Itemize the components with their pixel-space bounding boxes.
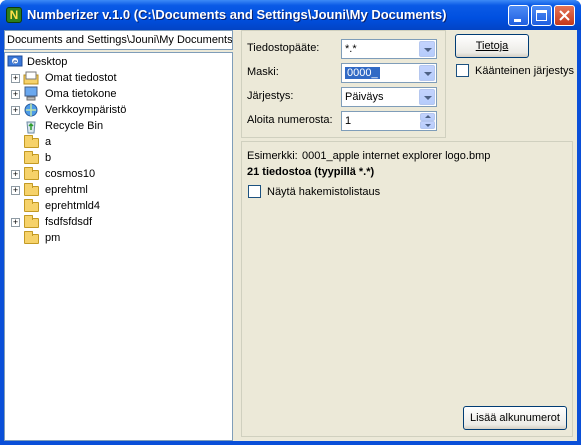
info-button-label: Tietoja — [475, 40, 509, 52]
chevron-down-icon[interactable] — [419, 89, 435, 105]
expand-icon[interactable]: + — [11, 90, 20, 99]
expand-icon[interactable]: + — [11, 218, 20, 227]
folder-icon — [23, 166, 39, 182]
tree-item-recycle-bin[interactable]: Recycle Bin — [23, 118, 223, 134]
maximize-icon — [536, 10, 547, 21]
minimize-icon — [514, 19, 521, 22]
order-value: Päiväys — [345, 91, 384, 103]
mask-label: Maski: — [247, 66, 279, 78]
folder-icon — [23, 214, 39, 230]
mask-value: 0000_ — [345, 67, 380, 79]
file-count: 21 tiedostoa (tyypillä *.*) — [247, 166, 375, 178]
chevron-down-icon[interactable] — [419, 41, 435, 57]
tree-item-folder[interactable]: pm — [23, 230, 223, 246]
tree-label: eprehtmld4 — [45, 200, 101, 212]
window-title: Numberizer v.1.0 (C:\Documents and Setti… — [27, 7, 447, 22]
filetype-combo[interactable]: *.* — [341, 39, 437, 59]
filetype-value: *.* — [345, 43, 357, 55]
tree-item-folder[interactable]: a — [23, 134, 223, 150]
tree-label: a — [45, 136, 52, 148]
tree-label: fsdfsfdsdf — [45, 216, 93, 228]
info-button[interactable]: Tietoja — [455, 34, 529, 58]
app-icon: N — [6, 7, 22, 23]
tree-item-folder[interactable]: + eprehtml — [11, 182, 211, 198]
expand-icon[interactable]: + — [11, 106, 20, 115]
expand-icon[interactable]: + — [11, 186, 20, 195]
start-value: 1 — [345, 115, 352, 127]
info-group: Esimerkki: 0001_apple internet explorer … — [241, 141, 573, 437]
tree-item-my-computer[interactable]: + Oma tietokone — [11, 86, 211, 102]
my-computer-icon — [24, 86, 38, 101]
tree-label: Omat tiedostot — [45, 72, 117, 84]
network-places-icon — [24, 103, 38, 117]
example-value: 0001_apple internet explorer logo.bmp — [302, 150, 491, 162]
tree-label: Recycle Bin — [45, 120, 104, 132]
order-combo[interactable]: Päiväys — [341, 87, 437, 107]
tree-item-folder[interactable]: eprehtmld4 — [23, 198, 223, 214]
folder-icon — [23, 198, 39, 214]
tree-label: Desktop — [27, 56, 68, 68]
maximize-button[interactable] — [531, 5, 552, 26]
folder-icon — [23, 230, 39, 246]
reverse-order-checkbox[interactable] — [456, 64, 469, 77]
expand-icon[interactable]: + — [11, 170, 20, 179]
tree-item-folder[interactable]: + fsdfsfdsdf — [11, 214, 211, 230]
app-window: N Numberizer v.1.0 (C:\Documents and Set… — [0, 0, 581, 445]
my-documents-icon — [23, 71, 39, 85]
desktop-icon: e — [7, 55, 23, 67]
add-prefix-button[interactable]: Lisää alkunumerot — [463, 406, 567, 430]
order-label: Järjestys: — [247, 90, 294, 102]
tree-item-my-documents[interactable]: + Omat tiedostot — [11, 70, 211, 86]
recycle-bin-icon — [26, 121, 36, 134]
folder-icon — [23, 150, 39, 166]
path-field[interactable]: Documents and Settings\Jouni\My Document… — [4, 30, 233, 50]
folder-icon — [23, 134, 39, 150]
example-prefix: Esimerkki: — [247, 150, 298, 162]
tree-label: cosmos10 — [45, 168, 96, 180]
svg-text:e: e — [13, 58, 17, 66]
left-pane: Documents and Settings\Jouni\My Document… — [4, 30, 235, 441]
settings-group: Tiedostopääte: *.* Maski: 0000_ Järjesty… — [241, 30, 446, 138]
path-text: Documents and Settings\Jouni\My Document… — [7, 34, 233, 46]
tree-label: Verkkoympäristö — [45, 104, 127, 116]
tree-label: b — [45, 152, 52, 164]
tree-item-folder[interactable]: + cosmos10 — [11, 166, 211, 182]
tree-item-desktop[interactable]: e Desktop — [7, 54, 207, 70]
start-label: Aloita numerosta: — [247, 114, 333, 126]
close-button[interactable] — [554, 5, 575, 26]
start-number-stepper[interactable]: 1 — [341, 111, 437, 131]
filetype-label: Tiedostopääte: — [247, 42, 320, 54]
show-directory-label: Näytä hakemistolistaus — [267, 186, 381, 198]
reverse-order-label: Käänteinen järjestys — [475, 65, 575, 77]
client-area: Documents and Settings\Jouni\My Document… — [4, 30, 577, 441]
mask-input[interactable]: 0000_ — [341, 63, 437, 83]
tree-label: eprehtml — [45, 184, 88, 196]
chevron-down-icon[interactable] — [419, 65, 435, 81]
tree-item-folder[interactable]: b — [23, 150, 223, 166]
tree-label: Oma tietokone — [45, 88, 117, 100]
minimize-button[interactable] — [508, 5, 529, 26]
spin-down-icon[interactable] — [420, 121, 435, 129]
tree-label: pm — [45, 232, 61, 244]
add-prefix-button-label: Lisää alkunumerot — [470, 412, 560, 424]
show-directory-checkbox[interactable] — [248, 185, 261, 198]
folder-icon — [23, 182, 39, 198]
close-icon — [559, 10, 570, 21]
folder-tree[interactable]: e Desktop + Omat tiedostot + Oma tietoko… — [4, 52, 233, 441]
spin-up-icon[interactable] — [420, 113, 435, 121]
tree-item-network[interactable]: + Verkkoympäristö — [11, 102, 211, 118]
title-bar[interactable]: N Numberizer v.1.0 (C:\Documents and Set… — [0, 0, 581, 30]
expand-icon[interactable]: + — [11, 74, 20, 83]
